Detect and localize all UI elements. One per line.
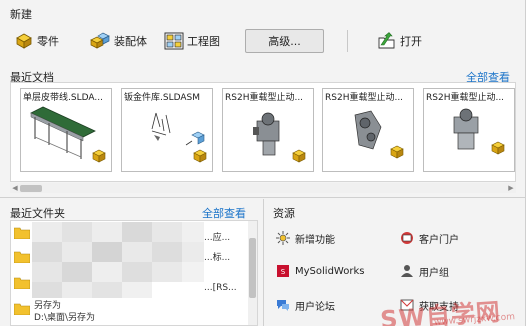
blurred-region: [62, 242, 92, 262]
stopper-thumbnail-icon: [453, 108, 505, 155]
open-button[interactable]: 打开: [377, 30, 422, 52]
folder-row[interactable]: [14, 272, 30, 292]
new-part-label: 零件: [37, 35, 59, 48]
blurred-region: [152, 262, 182, 282]
section-divider: [0, 197, 526, 198]
new-assembly-button[interactable]: 装配体: [89, 30, 147, 52]
blurred-region: [62, 222, 92, 242]
recent-folders-title: 最近文件夹: [10, 207, 65, 220]
recent-doc-card[interactable]: RS2H重载型止动...: [322, 88, 414, 172]
new-part-button[interactable]: 零件: [14, 30, 59, 52]
blurred-region: [182, 222, 204, 242]
recent-folders-view-all-link[interactable]: 全部查看: [202, 205, 246, 221]
column-divider: [263, 199, 264, 326]
part-icon: [16, 33, 32, 49]
blurred-region: [92, 262, 122, 282]
recent-doc-card[interactable]: RS2H重载型止动...: [222, 88, 314, 172]
blurred-region: [122, 222, 152, 242]
new-assembly-label: 装配体: [114, 35, 147, 48]
blurred-region: [152, 242, 182, 262]
scroll-right-icon[interactable]: ▶: [506, 183, 516, 193]
open-label: 打开: [400, 35, 422, 48]
customer-portal-icon: [401, 232, 413, 244]
open-icon: [378, 32, 395, 49]
recent-docs-scroll-thumb[interactable]: [20, 185, 42, 192]
folder-path-fragment: ...标...: [204, 252, 231, 263]
recent-doc-card[interactable]: 钣金件库.SLDASM: [121, 88, 213, 172]
drawing-icon: [164, 32, 184, 50]
folder-icon: [14, 251, 30, 263]
stopper-thumbnail-icon: [253, 112, 306, 163]
blurred-region: [92, 222, 122, 242]
recent-doc-card[interactable]: RS2H重载型止动...: [423, 88, 515, 172]
folder-row[interactable]: [14, 246, 30, 266]
stopper-thumbnail-icon: [354, 110, 404, 159]
assembly-icon: [90, 32, 110, 49]
blurred-region: [92, 242, 122, 262]
resources-title: 资源: [273, 207, 295, 220]
folder-icon: [14, 277, 30, 289]
blurred-region: [32, 242, 62, 262]
folder-path-fragment: ...应...: [204, 232, 231, 243]
folder-path: D:\桌面\另存为: [34, 312, 96, 323]
user-group-icon: [401, 265, 413, 277]
resource-whats-new[interactable]: 新增功能: [276, 229, 335, 247]
resource-customer-portal[interactable]: 客户门户: [400, 229, 459, 247]
scroll-left-icon[interactable]: ◀: [10, 183, 20, 193]
blurred-region: [182, 262, 204, 282]
whats-new-icon: [276, 231, 290, 245]
svg-text:S: S: [281, 268, 286, 276]
new-section-title: 新建: [10, 8, 32, 21]
conveyor-thumbnail-icon: [30, 106, 106, 163]
blurred-region: [62, 262, 92, 282]
blurred-region: [32, 262, 62, 282]
sheet-metal-thumbnail-icon: [151, 112, 207, 163]
new-drawing-button[interactable]: 工程图: [164, 30, 220, 52]
blurred-region: [32, 222, 62, 242]
folder-icon: [14, 303, 30, 315]
advanced-button[interactable]: 高级...: [245, 29, 324, 53]
welcome-panel: 新建 零件 装配体 工程图 高级... 打开 最近文档 全部查看 单层皮带线.S…: [0, 0, 526, 326]
recent-doc-card[interactable]: 单层皮带线.SLDA...: [20, 88, 112, 172]
resource-user-group[interactable]: 用户组: [400, 262, 449, 280]
blurred-region: [122, 282, 152, 298]
resource-user-forum[interactable]: 用户论坛: [276, 296, 335, 314]
mysolidworks-icon: S: [277, 265, 289, 277]
blurred-region: [122, 242, 152, 262]
blurred-region: [92, 282, 122, 298]
blurred-region: [152, 222, 182, 242]
folder-path-fragment: ...[RS...: [204, 283, 237, 293]
folder-row[interactable]: [14, 222, 30, 242]
new-drawing-label: 工程图: [187, 35, 220, 48]
folder-icon: [14, 227, 30, 239]
recent-folders-scroll-thumb[interactable]: [249, 238, 256, 298]
user-forum-icon: [277, 300, 289, 311]
blurred-region: [182, 242, 204, 262]
recent-docs-scrollbar[interactable]: [10, 183, 516, 193]
blurred-region: [122, 262, 152, 282]
toolbar-divider: [347, 30, 348, 52]
resource-mysolidworks[interactable]: S MySolidWorks: [276, 262, 364, 280]
folder-row[interactable]: [14, 298, 30, 318]
blurred-region: [62, 282, 92, 298]
